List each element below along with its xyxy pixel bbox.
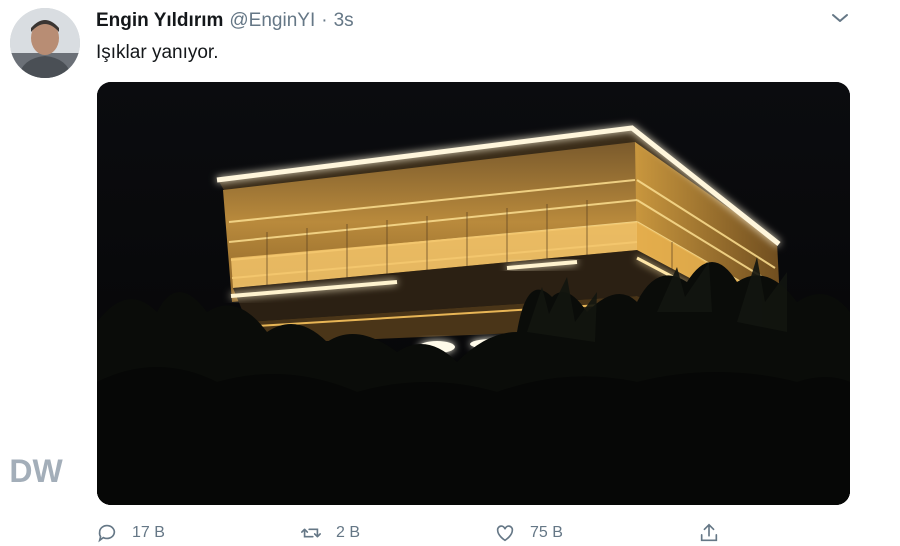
svg-text:DW: DW [9, 453, 63, 489]
retweet-count: 2 B [336, 524, 361, 541]
more-options-button[interactable] [826, 6, 854, 30]
avatar-image [10, 8, 80, 78]
share-button[interactable] [698, 522, 720, 544]
reply-icon [98, 524, 116, 543]
retweet-button[interactable]: 2 B [300, 522, 360, 544]
author-display-name[interactable]: Engin Yıldırım [96, 10, 223, 32]
tweet-text: Işıklar yanıyor. [96, 42, 219, 63]
dw-watermark-logo: DW [0, 436, 86, 506]
like-button[interactable]: 75 B [494, 522, 563, 544]
author-handle[interactable]: @EnginYI [229, 10, 315, 32]
tweet-timestamp[interactable]: 3s [334, 10, 354, 32]
building-photo [97, 82, 850, 505]
retweet-icon [301, 528, 321, 538]
tweet-media-photo[interactable] [97, 82, 850, 505]
heart-icon [496, 525, 514, 542]
share-icon [700, 523, 718, 542]
separator-dot: · [321, 10, 328, 31]
reply-count: 17 B [132, 524, 165, 541]
chevron-down-icon [832, 14, 848, 22]
avatar[interactable] [10, 8, 80, 78]
tweet-header: Engin Yıldırım @EnginYI · 3s [96, 10, 354, 34]
like-count: 75 B [530, 524, 563, 541]
dw-logo-icon: DW [4, 439, 68, 503]
tweet-actions: 17 B 2 B 75 B [96, 522, 756, 546]
reply-button[interactable]: 17 B [96, 522, 165, 544]
